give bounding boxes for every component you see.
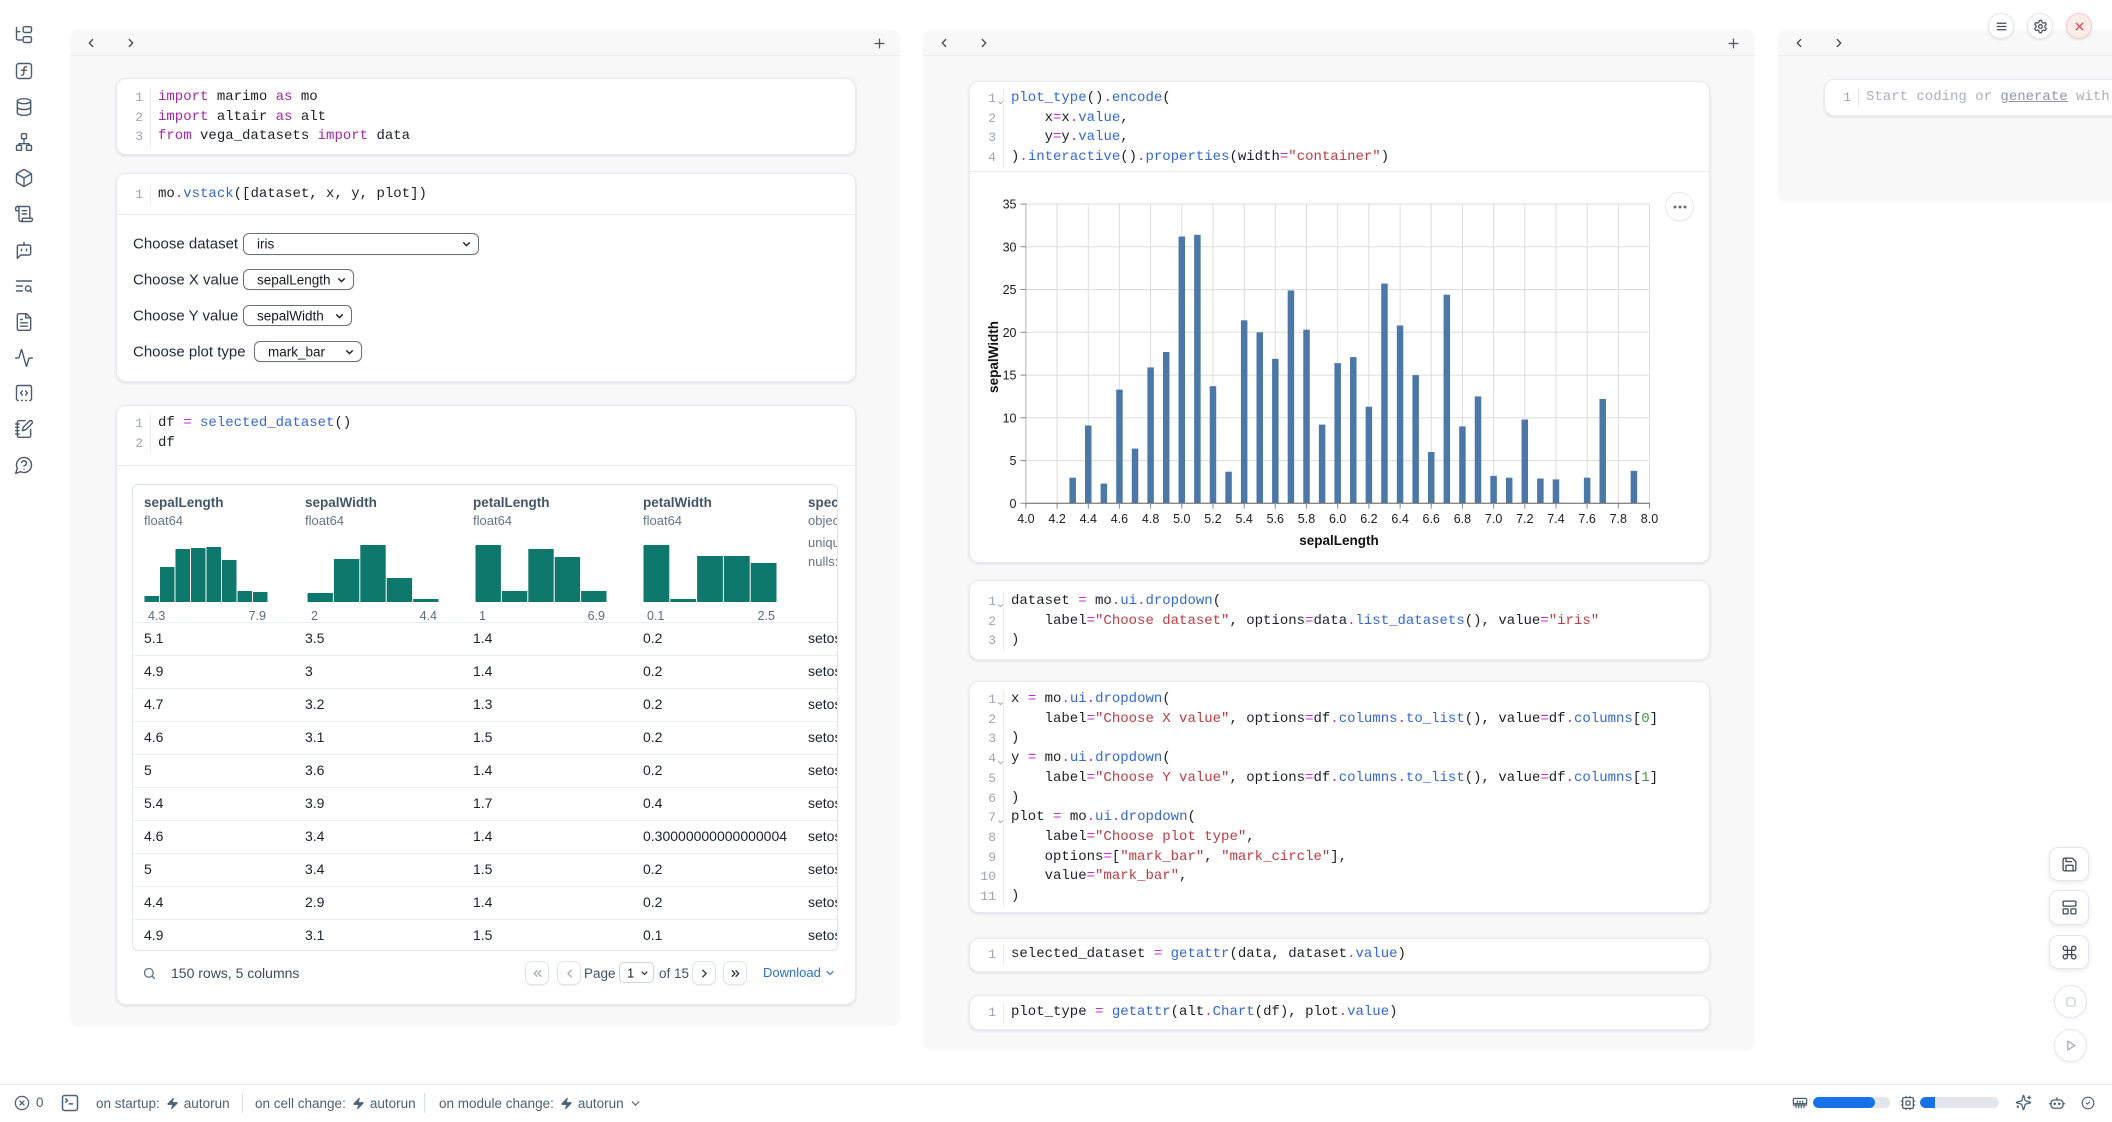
svg-text:5.4: 5.4	[1236, 512, 1253, 526]
svg-text:4.8: 4.8	[1142, 512, 1159, 526]
svg-text:7.8: 7.8	[1610, 512, 1627, 526]
svg-text:25: 25	[1003, 283, 1017, 297]
svg-text:10: 10	[1003, 411, 1017, 425]
svg-text:5.8: 5.8	[1298, 512, 1315, 526]
svg-text:15: 15	[1003, 369, 1017, 383]
svg-text:6.4: 6.4	[1391, 512, 1408, 526]
svg-text:6.2: 6.2	[1360, 512, 1377, 526]
svg-text:7.0: 7.0	[1485, 512, 1502, 526]
svg-text:sepalLength: sepalLength	[1299, 533, 1379, 548]
svg-text:5.6: 5.6	[1267, 512, 1284, 526]
svg-text:4.6: 4.6	[1111, 512, 1128, 526]
svg-text:6.0: 6.0	[1329, 512, 1346, 526]
svg-text:4.4: 4.4	[1080, 512, 1097, 526]
svg-text:5.0: 5.0	[1173, 512, 1190, 526]
svg-text:35: 35	[1003, 198, 1017, 212]
svg-text:8.0: 8.0	[1641, 512, 1658, 526]
svg-text:7.6: 7.6	[1578, 512, 1595, 526]
svg-text:4.0: 4.0	[1017, 512, 1034, 526]
svg-text:6.6: 6.6	[1423, 512, 1440, 526]
svg-text:7.4: 7.4	[1547, 512, 1564, 526]
svg-text:7.2: 7.2	[1516, 512, 1533, 526]
svg-text:30: 30	[1003, 240, 1017, 254]
svg-text:5.2: 5.2	[1204, 512, 1221, 526]
svg-text:6.8: 6.8	[1454, 512, 1471, 526]
svg-text:sepalWidth: sepalWidth	[986, 321, 1001, 393]
svg-text:5: 5	[1010, 454, 1017, 468]
svg-text:4.2: 4.2	[1048, 512, 1065, 526]
svg-text:0: 0	[1010, 497, 1017, 511]
svg-text:20: 20	[1003, 326, 1017, 340]
